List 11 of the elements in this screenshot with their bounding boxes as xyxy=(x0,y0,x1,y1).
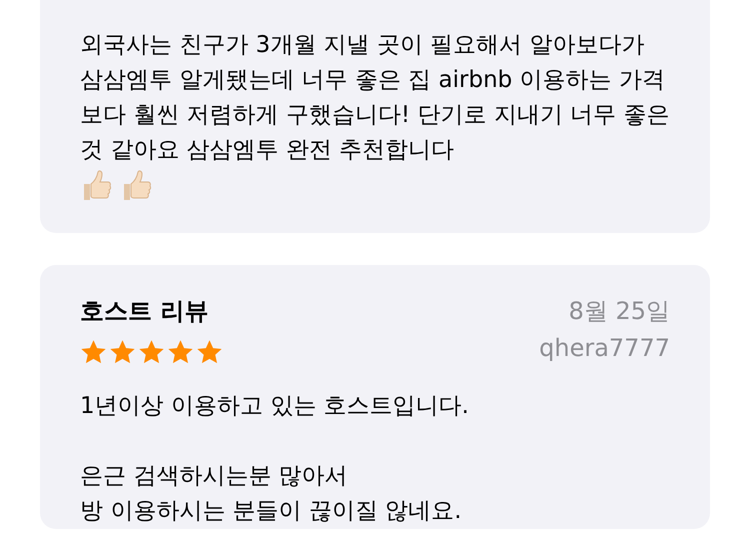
review-text: 외국사는 친구가 3개월 지낼 곳이 필요해서 알아보다가 삼삼엠투 알게됐는데 너무 좋은 집 airbnb 이용하는 가격 보다 훨씬 저렴하게 구했습니다! 단기로 지내기 너무 좋은 것 같아요 삼삼엠투 완전 추천합니다 xyxy=(80,32,670,163)
star-icon xyxy=(109,339,136,365)
review-title: 호스트 리뷰 xyxy=(80,296,208,327)
review-author: qhera7777 xyxy=(539,334,670,362)
review-date: 8월 25일 xyxy=(568,296,670,327)
review-text: 1년이상 이용하고 있는 호스트입니다. xyxy=(80,393,469,419)
star-icon xyxy=(80,339,107,365)
review-text: 은근 검색하시는분 많아서 방 이용하시는 분들이 끊이질 않네요. xyxy=(80,463,462,524)
star-icon xyxy=(167,339,194,365)
star-icon xyxy=(138,339,165,365)
star-icon xyxy=(196,339,223,365)
